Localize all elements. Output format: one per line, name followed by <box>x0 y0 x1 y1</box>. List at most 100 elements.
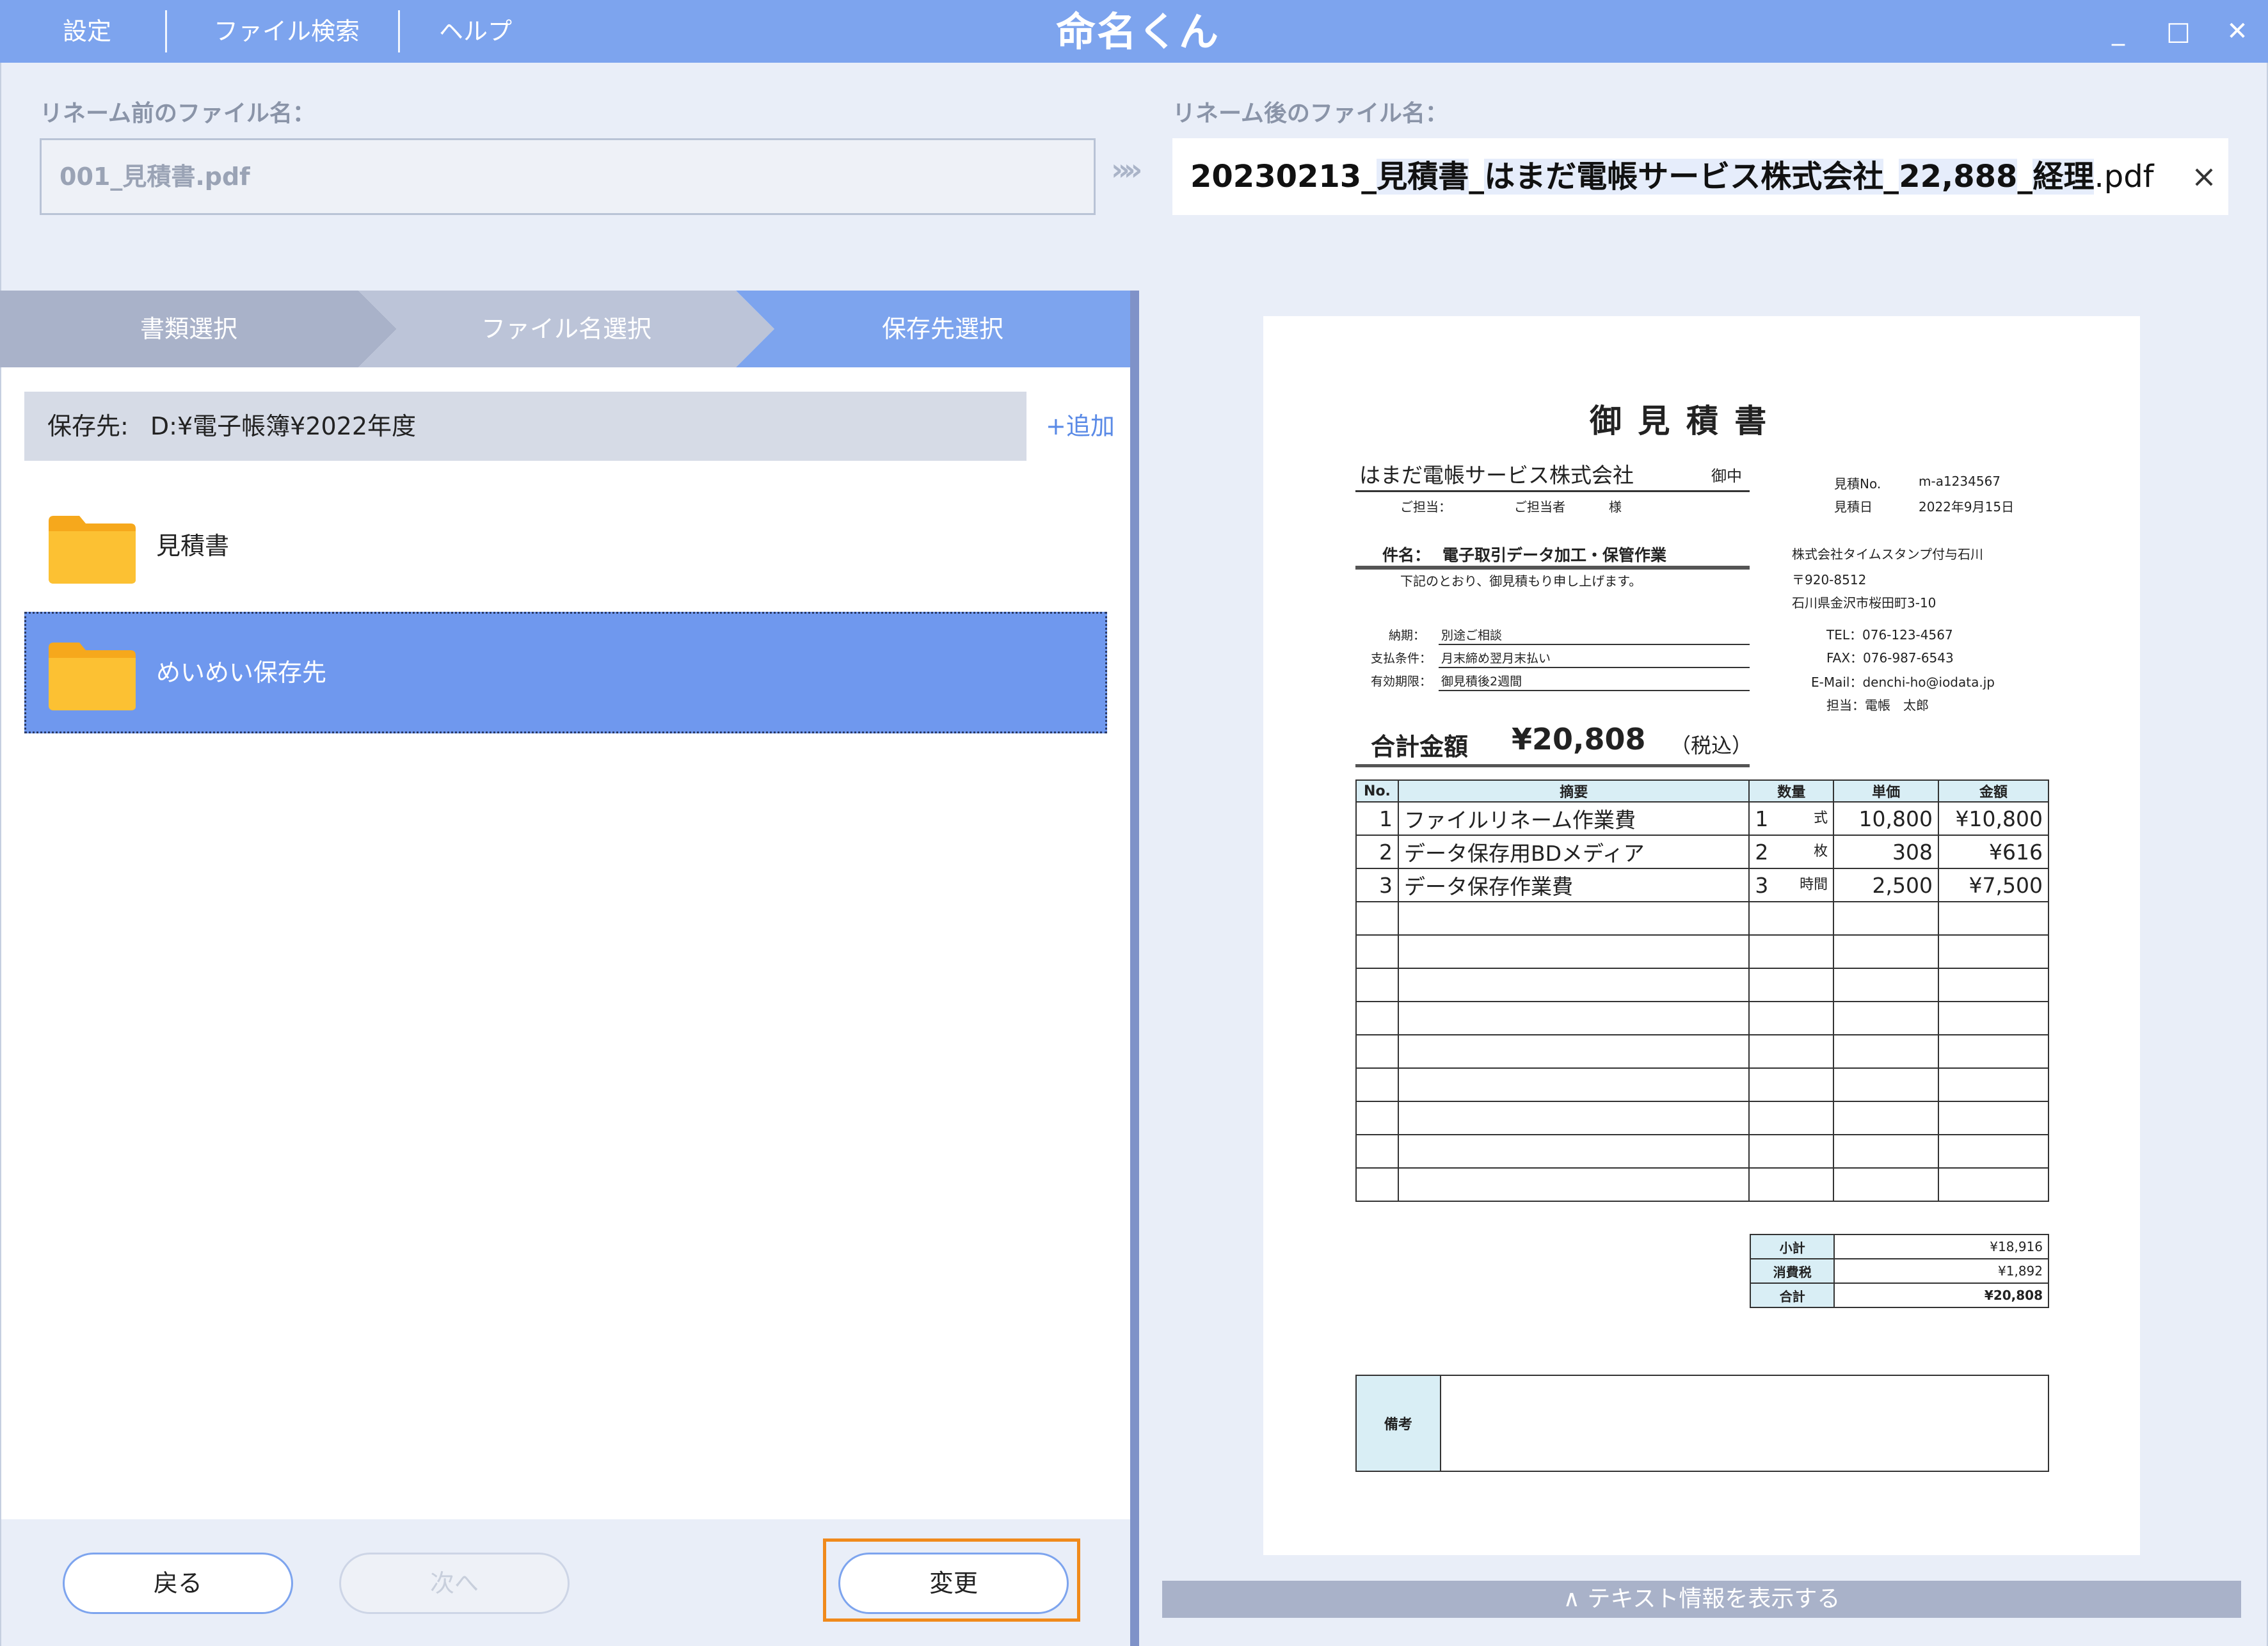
doc-email: E-Mail：denchi-ho@iodata.jp <box>1811 675 1995 690</box>
item-price: 308 <box>1833 835 1940 869</box>
item-qty-value: 1 <box>1755 806 1769 831</box>
items-table: No. 摘要 数量 単価 金額 1 ファイルリネーム作業費 1 式 10,800… <box>1355 779 2049 1202</box>
maximize-button[interactable]: □ <box>2159 0 2198 63</box>
back-button[interactable]: 戻る <box>63 1553 293 1614</box>
filename-separator: _ <box>1883 159 1899 195</box>
clear-filename-button[interactable]: × <box>2185 138 2223 215</box>
doc-contact-label: ご担当： <box>1400 499 1451 515</box>
doc-term-value: 月末締め翌月末払い <box>1441 651 1551 666</box>
doc-rule <box>1439 690 1750 691</box>
item-qty-value: 3 <box>1755 872 1769 898</box>
doc-rule <box>1439 667 1750 668</box>
doc-estimate-no: m-a1234567 <box>1919 474 2001 489</box>
doc-issuer-address: 石川県金沢市桜田町3-10 <box>1792 595 1937 611</box>
table-row-empty <box>1355 1034 2049 1069</box>
remarks-row: 備考 <box>1355 1375 2050 1472</box>
remarks-value <box>1439 1375 2050 1472</box>
doc-recipient: はまだ電帳サービス株式会社 <box>1359 463 1634 488</box>
show-text-info-toggle[interactable]: ∧ テキスト情報を表示する <box>1162 1581 2241 1618</box>
close-window-button[interactable]: ✕ <box>2218 0 2256 63</box>
after-filename-field[interactable]: 20230213_見積書_はまだ電帳サービス株式会社_22,888_経理.pdf <box>1172 138 2228 215</box>
filename-segment-department[interactable]: 経理 <box>2032 159 2095 195</box>
doc-honorific: 御中 <box>1711 467 1742 485</box>
doc-person: 担当：電帳 太郎 <box>1826 698 1929 713</box>
menu-help[interactable]: ヘルプ <box>439 0 512 63</box>
totals-table: 小計 ¥18,916 消費税 ¥1,892 合計 ¥20,808 <box>1749 1234 2049 1308</box>
pane-splitter[interactable] <box>1130 291 1139 1646</box>
item-qty: 3 時間 <box>1748 868 1835 902</box>
folder-name: 見積書 <box>156 532 230 560</box>
arrow-icon: »» <box>1111 152 1143 187</box>
item-price: 2,500 <box>1833 868 1940 902</box>
table-row: 1 ファイルリネーム作業費 1 式 10,800 ¥10,800 <box>1355 801 2049 836</box>
tax-label: 消費税 <box>1749 1258 1835 1284</box>
doc-note: 下記のとおり、御見積もり申し上げます。 <box>1400 573 1642 589</box>
folder-item[interactable]: 見積書 <box>24 485 1107 607</box>
filename-separator: _ <box>1469 159 1485 195</box>
minimize-button[interactable]: _ <box>2099 0 2137 63</box>
table-header-row: No. 摘要 数量 単価 金額 <box>1355 779 2049 803</box>
column-header: No. <box>1355 779 1399 803</box>
doc-title: 御 見 積 書 <box>1590 403 1769 440</box>
app-logo: 命名くん <box>1056 8 1220 55</box>
column-header: 単価 <box>1833 779 1940 803</box>
menu-file-search[interactable]: ファイル検索 <box>214 0 360 63</box>
save-path-value: D:¥電子帳簿¥2022年度 <box>150 412 417 440</box>
table-row-empty <box>1355 1001 2049 1035</box>
item-no: 2 <box>1355 835 1399 869</box>
doc-total-label: 合計金額 <box>1371 733 1469 761</box>
item-qty-value: 2 <box>1755 839 1769 865</box>
menu-settings[interactable]: 設定 <box>63 0 111 63</box>
doc-fax: FAX：076-987-6543 <box>1826 650 1954 666</box>
doc-rule <box>1355 566 1750 570</box>
table-row-empty <box>1355 901 2049 936</box>
doc-term-label: 支払条件： <box>1371 651 1432 666</box>
doc-term-label: 納期： <box>1389 628 1426 643</box>
filename-segment-doctype[interactable]: 見積書 <box>1377 159 1469 195</box>
doc-term-value: 御見積後2週間 <box>1441 675 1522 689</box>
doc-rule <box>1439 644 1750 645</box>
column-header: 摘要 <box>1397 779 1750 803</box>
doc-estimate-no-label: 見積No. <box>1834 476 1881 491</box>
item-amount: ¥10,800 <box>1938 801 2049 836</box>
remarks-label: 備考 <box>1355 1375 1441 1472</box>
filename-segment-company[interactable]: はまだ電帳サービス株式会社 <box>1484 159 1884 195</box>
item-qty: 2 枚 <box>1748 835 1835 869</box>
folder-icon <box>49 516 136 584</box>
step-save-location: 保存先選択 <box>881 315 1003 343</box>
item-desc: データ保存用BDメディア <box>1397 835 1750 869</box>
doc-contact-sama: 様 <box>1609 499 1622 515</box>
item-desc: データ保存作業費 <box>1397 868 1750 902</box>
add-folder-link[interactable]: +追加 <box>1046 392 1115 461</box>
item-price: 10,800 <box>1833 801 1940 836</box>
after-filename-label: リネーム後のファイル名： <box>1172 100 1448 127</box>
doc-issuer-name: 株式会社タイムスタンプ付与石川 <box>1792 547 1983 562</box>
next-button[interactable]: 次へ <box>339 1553 570 1614</box>
table-row-empty <box>1355 1101 2049 1135</box>
grand-total-value: ¥20,808 <box>1833 1282 2049 1308</box>
change-button[interactable]: 変更 <box>838 1553 1069 1614</box>
item-unit: 時間 <box>1800 876 1828 893</box>
grand-total-label: 合計 <box>1749 1282 1835 1308</box>
table-row: 3 データ保存作業費 3 時間 2,500 ¥7,500 <box>1355 868 2049 902</box>
filename-separator: _ <box>1361 159 1377 195</box>
step-indicator: 書類選択 ファイル名選択 保存先選択 <box>0 291 1130 367</box>
item-no: 3 <box>1355 868 1399 902</box>
save-path-bar: 保存先: D:¥電子帳簿¥2022年度 <box>24 392 1026 461</box>
folder-icon <box>49 643 136 710</box>
step-document-type: 書類選択 <box>140 315 237 343</box>
doc-subject-label: 件名： <box>1382 546 1431 564</box>
document-preview[interactable]: 御 見 積 書 はまだ電帳サービス株式会社 御中 ご担当： ご担当者 様 見積N… <box>1263 316 2140 1555</box>
filename-segment-amount[interactable]: 22,888 <box>1899 159 2018 195</box>
filename-segment-date[interactable]: 20230213 <box>1190 159 1361 195</box>
doc-subject: 電子取引データ加工・保管作業 <box>1442 546 1667 564</box>
folder-item-selected[interactable]: めいめい保存先 <box>24 612 1107 733</box>
tax-row: 消費税 ¥1,892 <box>1749 1258 2049 1284</box>
doc-total-value: ¥20,808 <box>1512 722 1646 756</box>
tax-value: ¥1,892 <box>1833 1258 2049 1284</box>
save-path-label: 保存先: <box>47 412 129 440</box>
doc-issuer-zip: 〒920-8512 <box>1792 572 1867 587</box>
doc-rule <box>1355 490 1750 492</box>
doc-estimate-date-label: 見積日 <box>1834 499 1873 515</box>
doc-estimate-date: 2022年9月15日 <box>1919 499 2015 515</box>
